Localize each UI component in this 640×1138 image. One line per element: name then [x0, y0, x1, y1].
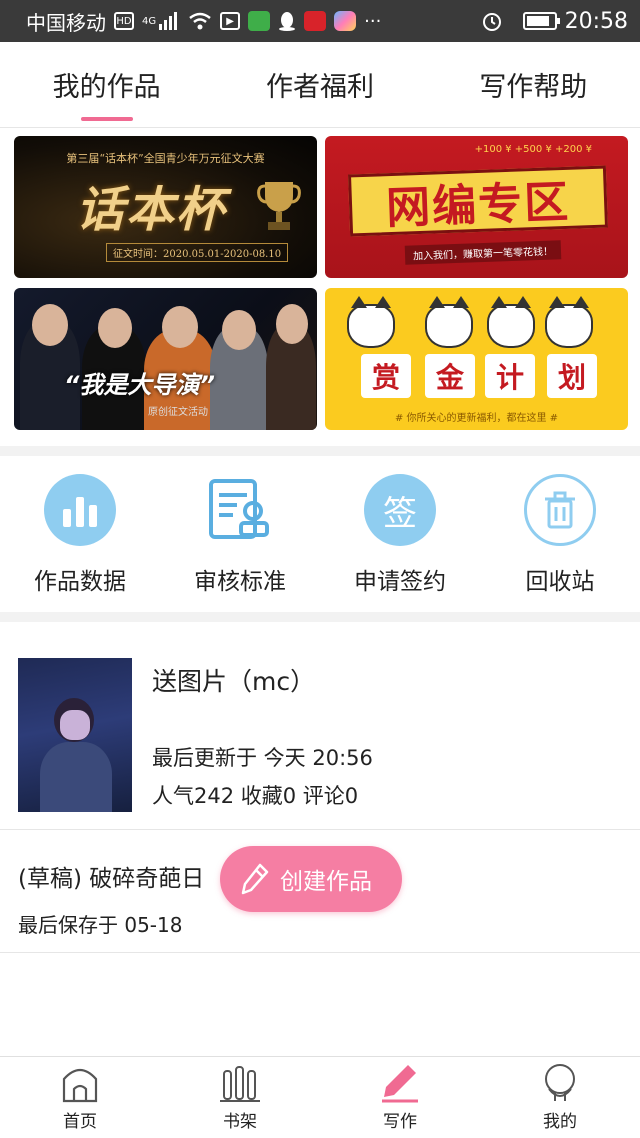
cover-body: [40, 742, 112, 812]
banner-editor-zone[interactable]: +100 ¥ +500 ¥ +200 ¥ 网编专区 加入我们，赚取第一笔零花钱！: [325, 136, 628, 278]
work-item[interactable]: 送图片（mc） 最后更新于 今天 20:56 人气242 收藏0 评论0: [0, 626, 640, 830]
pen-icon: [240, 862, 270, 896]
action-label: 回收站: [525, 569, 595, 595]
actor-face: [32, 304, 68, 346]
work-stats: 人气242 收藏0 评论0: [152, 784, 359, 808]
bounty-char: 计: [485, 354, 535, 398]
top-tabs: 我的作品 作者福利 写作帮助: [0, 42, 640, 128]
bounty-char: 赏: [361, 354, 411, 398]
nav-label: 我的: [543, 1112, 577, 1132]
carrier-label: 中国移动: [26, 10, 106, 35]
bookshelf-icon: [220, 1066, 260, 1102]
nav-label: 首页: [63, 1112, 97, 1132]
banner-huaben-cup[interactable]: 第三届“话本杯”全国青少年万元征文大赛 话本杯 征文时间：2020.05.01-…: [14, 136, 317, 278]
banner-subtitle: 原创征文活动: [148, 407, 208, 418]
tab-author-benefits[interactable]: 作者福利: [213, 42, 426, 127]
cover-face: [60, 710, 90, 740]
banner-title: 话本杯: [76, 182, 227, 238]
bounty-char: 划: [547, 354, 597, 398]
tab-writing-help[interactable]: 写作帮助: [427, 42, 640, 127]
actor-face: [222, 310, 256, 350]
action-recycle-bin[interactable]: 回收站: [480, 462, 640, 612]
banner-footer: # 你所关心的更新福利，都在这里 #: [394, 413, 559, 424]
action-work-data[interactable]: 作品数据: [0, 462, 160, 612]
banner-bounty-plan[interactable]: 赏 金 计 划 # 你所关心的更新福利，都在这里 #: [325, 288, 628, 430]
banner-headline: 第三届“话本杯”全国青少年万元征文大赛: [66, 152, 265, 165]
clock: 20:58: [564, 8, 628, 34]
network-label: 4G: [142, 15, 157, 27]
nav-label: 书架: [223, 1112, 257, 1132]
banner-date: 征文时间：2020.05.01-2020-08.10: [106, 243, 289, 262]
divider: [0, 612, 640, 622]
action-label: 申请签约: [354, 569, 446, 595]
home-icon: [62, 1068, 98, 1103]
action-apply-contract[interactable]: 签 申请签约: [320, 462, 480, 612]
work-title: 送图片（mc）: [152, 667, 316, 696]
pen-icon: [382, 1065, 418, 1103]
cat-icon: [347, 296, 395, 348]
signal-icon: 4G: [142, 12, 180, 30]
nav-write[interactable]: 写作: [320, 1057, 480, 1138]
banner-director[interactable]: “我是大导演” 原创征文活动: [14, 288, 317, 430]
banner-title: “我是大导演”: [64, 371, 215, 399]
actor-face: [98, 308, 132, 348]
cat-icon: [545, 296, 593, 348]
banner-title: 网编专区: [385, 176, 571, 235]
quick-actions: 作品数据 审核标准 签 申请签约 回收站: [0, 462, 640, 612]
banner-money: +100 ¥ +500 ¥ +200 ¥: [474, 144, 592, 155]
banner-grid: 第三届“话本杯”全国青少年万元征文大赛 话本杯 征文时间：2020.05.01-…: [14, 136, 628, 430]
sign-icon: 签: [364, 474, 436, 546]
hd-icon: HD: [114, 12, 134, 30]
actor-face: [276, 304, 308, 344]
bottom-nav: 首页 书架 写作 我的: [0, 1056, 640, 1138]
tab-my-works[interactable]: 我的作品: [0, 42, 213, 127]
action-label: 作品数据: [34, 569, 126, 595]
banner-slogan: 加入我们，赚取第一笔零花钱！: [404, 240, 562, 265]
status-bar: 中国移动 HD 4G ▶ ··· 20:58: [0, 0, 640, 42]
nav-bookshelf[interactable]: 书架: [160, 1057, 320, 1138]
battery-icon: [522, 12, 560, 30]
bounty-char: 金: [425, 354, 475, 398]
cat-icon: [487, 296, 535, 348]
trash-icon: [524, 474, 596, 546]
wifi-icon: [188, 12, 212, 30]
qq-icon: [278, 11, 296, 31]
sign-glyph: 签: [383, 493, 417, 534]
actor-face: [162, 306, 198, 348]
create-work-button[interactable]: 创建作品: [220, 846, 402, 912]
more-icon: ···: [364, 10, 382, 32]
nav-label: 写作: [383, 1112, 417, 1132]
app-icon: [304, 11, 327, 31]
nav-home[interactable]: 首页: [0, 1057, 160, 1138]
bar-chart-icon: [44, 474, 116, 546]
nav-profile[interactable]: 我的: [480, 1057, 640, 1138]
work-updated: 最后更新于 今天 20:56: [152, 746, 373, 770]
wechat-icon: [248, 11, 271, 31]
draft-title: (草稿) 破碎奇葩日: [18, 866, 205, 892]
app-icon: [334, 11, 357, 31]
trophy-icon: [257, 182, 301, 230]
draft-saved-time: 最后保存于 05-18: [18, 913, 183, 937]
profile-icon: [545, 1064, 575, 1101]
media-icon: ▶: [220, 12, 241, 30]
action-review-standards[interactable]: 审核标准: [160, 462, 320, 612]
work-cover-image: [18, 658, 132, 812]
divider: [0, 446, 640, 456]
alarm-icon: [481, 10, 503, 32]
cat-icon: [425, 296, 473, 348]
banner-plaque: 网编专区: [347, 165, 609, 237]
action-label: 审核标准: [194, 569, 286, 595]
create-work-label: 创建作品: [280, 869, 372, 895]
document-stamp-icon: [204, 474, 276, 546]
